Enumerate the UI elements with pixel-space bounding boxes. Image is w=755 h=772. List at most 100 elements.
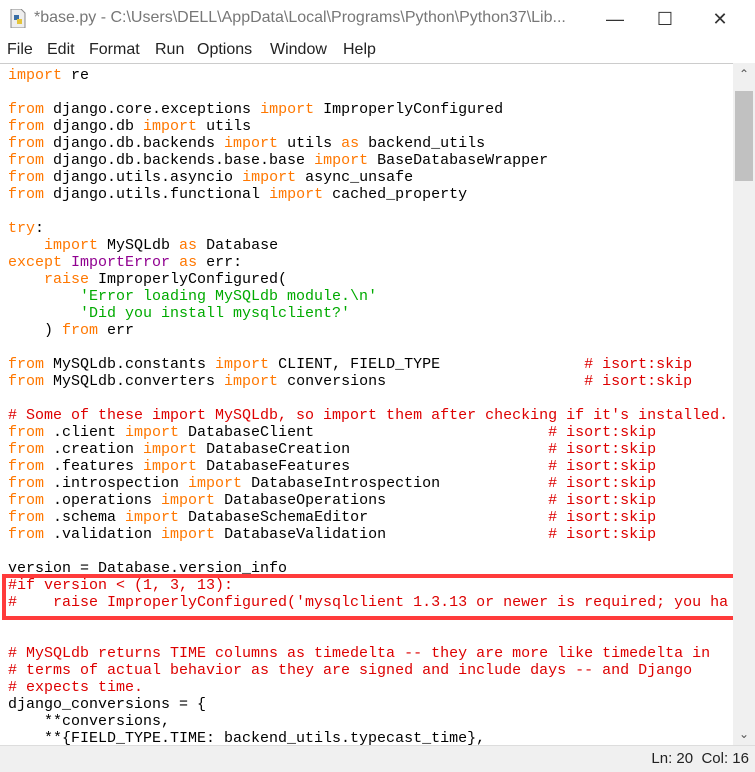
chevron-down-icon[interactable]: ⌄ xyxy=(733,723,755,745)
code-line: ) from err xyxy=(8,322,728,339)
code-token: conversions xyxy=(278,373,585,390)
code-token: django.db.backends xyxy=(44,135,225,152)
code-token: backend_utils xyxy=(359,135,486,152)
code-token: .schema xyxy=(44,509,126,526)
code-text[interactable]: import re from django.core.exceptions im… xyxy=(8,67,728,746)
code-token: import xyxy=(143,441,198,458)
code-token: re xyxy=(62,67,90,84)
code-line: from django.db.backends.base.base import… xyxy=(8,152,728,169)
code-token: 'Error loading MySQLdb module.\n' xyxy=(80,288,378,305)
column-number: Col: 16 xyxy=(701,750,749,767)
code-line: # terms of actual behavior as they are s… xyxy=(8,662,728,679)
code-token: from xyxy=(8,492,45,509)
code-line: from django.db.backends import utils as … xyxy=(8,135,728,152)
code-token: # terms of actual behavior as they are s… xyxy=(8,662,693,679)
code-token: from xyxy=(8,441,45,458)
code-token: import xyxy=(125,509,180,526)
menu-run[interactable]: Run xyxy=(155,41,184,59)
code-token: async_unsafe xyxy=(296,169,414,186)
code-token: .validation xyxy=(44,526,162,543)
menu-format[interactable]: Format xyxy=(89,41,140,59)
code-token: as xyxy=(179,237,198,254)
code-line: from .operations import DatabaseOperatio… xyxy=(8,492,728,509)
scroll-thumb[interactable] xyxy=(735,91,753,181)
menu-file[interactable]: File xyxy=(7,41,33,59)
code-token: import xyxy=(269,186,324,203)
code-token: # isort:skip xyxy=(548,509,657,526)
code-token: err: xyxy=(197,254,243,271)
code-token: import xyxy=(143,458,198,475)
code-token: from xyxy=(8,356,45,373)
code-token: .introspection xyxy=(44,475,189,492)
code-token: .creation xyxy=(44,441,144,458)
chevron-up-icon[interactable]: ⌃ xyxy=(733,63,755,85)
code-token: err xyxy=(98,322,135,339)
python-file-icon xyxy=(10,9,26,28)
code-token: # isort:skip xyxy=(584,356,693,373)
code-token: from xyxy=(8,458,45,475)
code-line: **{FIELD_TYPE.TIME: backend_utils.typeca… xyxy=(8,730,728,746)
code-token: django.core.exceptions xyxy=(44,101,261,118)
menu-options[interactable]: Options xyxy=(197,41,252,59)
code-token: # Some of these import MySQLdb, so impor… xyxy=(8,407,729,424)
vertical-scrollbar[interactable]: ⌃ ⌄ xyxy=(733,63,755,745)
code-token: ImproperlyConfigured xyxy=(314,101,504,118)
code-token: **{FIELD_TYPE.TIME: backend_utils.typeca… xyxy=(8,730,486,746)
code-token: as xyxy=(341,135,360,152)
code-token: from xyxy=(8,475,45,492)
menu-window[interactable]: Window xyxy=(270,41,327,59)
code-token: 'Did you install mysqlclient?' xyxy=(80,305,351,322)
code-token: # isort:skip xyxy=(548,441,657,458)
code-token: MySQLdb.constants xyxy=(44,356,216,373)
line-number: Ln: 20 xyxy=(651,750,694,767)
code-token: import xyxy=(188,475,243,492)
code-token: BaseDatabaseWrapper xyxy=(368,152,549,169)
code-token: django.db xyxy=(44,118,144,135)
code-token: from xyxy=(8,526,45,543)
code-line: from django.db import utils xyxy=(8,118,728,135)
status-bar: Ln: 20 Col: 16 xyxy=(0,745,755,772)
cursor-position: Ln: 20 Col: 16 xyxy=(651,750,749,767)
maximize-button[interactable]: ☐ xyxy=(645,6,685,32)
code-token: DatabaseCreation xyxy=(197,441,549,458)
code-token: **conversions, xyxy=(8,713,171,730)
menu-help[interactable]: Help xyxy=(343,41,376,59)
code-line: # Some of these import MySQLdb, so impor… xyxy=(8,407,728,424)
code-line: from .creation import DatabaseCreation #… xyxy=(8,441,728,458)
code-token: django.utils.functional xyxy=(44,186,270,203)
code-token: # MySQLdb returns TIME columns as timede… xyxy=(8,645,711,662)
code-token: from xyxy=(8,152,45,169)
code-token: try xyxy=(8,220,36,237)
code-editor[interactable]: import re from django.core.exceptions im… xyxy=(0,63,733,746)
code-token: DatabaseIntrospection xyxy=(242,475,549,492)
code-token: cached_property xyxy=(323,186,468,203)
code-token: import xyxy=(8,67,63,84)
window-title: *base.py - C:\Users\DELL\AppData\Local\P… xyxy=(34,9,566,26)
highlight-box xyxy=(2,574,733,620)
code-token: ImproperlyConfigured( xyxy=(89,271,288,288)
minimize-button[interactable]: — xyxy=(595,6,635,32)
menu-bar: File Edit Format Run Options Window Help xyxy=(0,38,755,63)
menu-edit[interactable]: Edit xyxy=(47,41,75,59)
code-line: try: xyxy=(8,220,728,237)
code-token: from xyxy=(8,373,45,390)
code-line: from .introspection import DatabaseIntro… xyxy=(8,475,728,492)
code-token: ) xyxy=(8,322,63,339)
code-token: # isort:skip xyxy=(548,424,657,441)
close-button[interactable]: ✕ xyxy=(700,6,740,32)
code-token: from xyxy=(62,322,99,339)
code-token: from xyxy=(8,101,45,118)
code-token: # isort:skip xyxy=(548,492,657,509)
code-line: # expects time. xyxy=(8,679,728,696)
code-token: import xyxy=(161,526,216,543)
code-line: except ImportError as err: xyxy=(8,254,728,271)
code-token: from xyxy=(8,424,45,441)
code-line: raise ImproperlyConfigured( xyxy=(8,271,728,288)
code-line: from .client import DatabaseClient # iso… xyxy=(8,424,728,441)
code-token: from xyxy=(8,135,45,152)
code-token: import xyxy=(215,356,270,373)
